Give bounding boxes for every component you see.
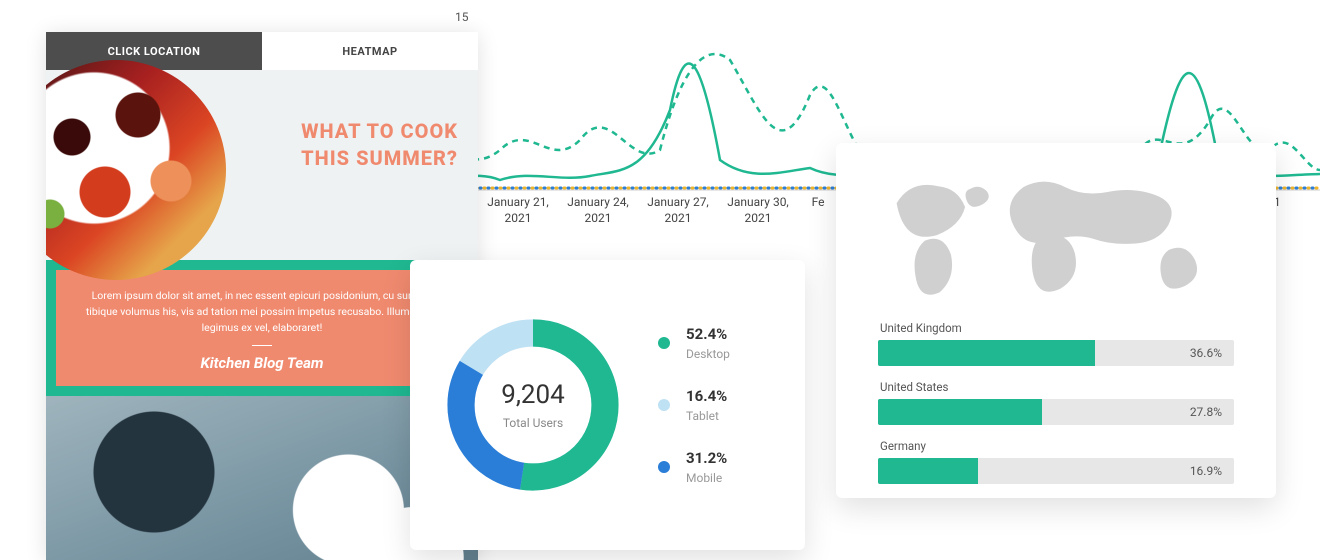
country-row-de: Germany 16.9% (878, 439, 1234, 484)
hero-headline-line2: THIS SUMMER? (301, 145, 458, 172)
legend-dot (658, 461, 670, 473)
x-tick: January 30, 2021 (718, 195, 798, 235)
country-bar: 16.9% (878, 458, 1234, 484)
country-bar-list: United Kingdom 36.6% United States 27.8%… (860, 321, 1252, 484)
hero-headline: WHAT TO COOK THIS SUMMER? (301, 118, 458, 172)
x-tick: Fe (798, 195, 838, 235)
quote-divider (252, 345, 272, 346)
country-pct: 27.8% (1190, 405, 1222, 419)
legend-tablet-pct: 16.4% (686, 387, 727, 405)
donut-center: 9,204 Total Users (438, 310, 628, 500)
donut-chart: 9,204 Total Users (438, 310, 628, 500)
country-row-uk: United Kingdom 36.6% (878, 321, 1234, 366)
country-name: United Kingdom (878, 321, 1234, 335)
legend-dot (658, 399, 670, 411)
country-bar: 27.8% (878, 399, 1234, 425)
geo-distribution-card: United Kingdom 36.6% United States 27.8%… (836, 143, 1276, 498)
country-bar-fill (878, 399, 1042, 425)
legend-item-mobile: 31.2% Mobile (658, 449, 730, 485)
hero-headline-line1: WHAT TO COOK (301, 118, 458, 145)
country-row-us: United States 27.8% (878, 380, 1234, 425)
y-tick-15: 15 (455, 10, 469, 24)
tab-heatmap[interactable]: HEATMAP (262, 32, 478, 70)
country-name: Germany (878, 439, 1234, 453)
legend-mobile-label: Mobile (686, 471, 727, 485)
blog-hero: WHAT TO COOK THIS SUMMER? (46, 70, 478, 260)
legend-item-desktop: 52.4% Desktop (658, 325, 730, 361)
total-users-value: 9,204 (501, 380, 565, 410)
country-bar-fill (878, 458, 978, 484)
country-name: United States (878, 380, 1234, 394)
x-tick: January 24, 2021 (558, 195, 638, 235)
legend-dot (658, 337, 670, 349)
legend-desktop-pct: 52.4% (686, 325, 730, 343)
x-tick: January 21, 2021 (478, 195, 558, 235)
device-donut-card: 9,204 Total Users 52.4% Desktop 16.4% Ta… (410, 260, 805, 550)
legend-item-tablet: 16.4% Tablet (658, 387, 730, 423)
donut-legend: 52.4% Desktop 16.4% Tablet 31.2% Mobile (658, 325, 730, 485)
x-tick: January 27, 2021 (638, 195, 718, 235)
country-pct: 36.6% (1190, 346, 1222, 360)
country-bar-fill (878, 340, 1095, 366)
legend-tablet-label: Tablet (686, 409, 727, 423)
country-bar: 36.6% (878, 340, 1234, 366)
legend-mobile-pct: 31.2% (686, 449, 727, 467)
country-pct: 16.9% (1190, 464, 1222, 478)
world-map (860, 161, 1252, 311)
legend-desktop-label: Desktop (686, 347, 730, 361)
hero-food-image (46, 60, 226, 280)
quote-text: Lorem ipsum dolor sit amet, in nec essen… (78, 288, 446, 335)
total-users-label: Total Users (503, 416, 563, 430)
quote-attribution: Kitchen Blog Team (78, 354, 446, 372)
